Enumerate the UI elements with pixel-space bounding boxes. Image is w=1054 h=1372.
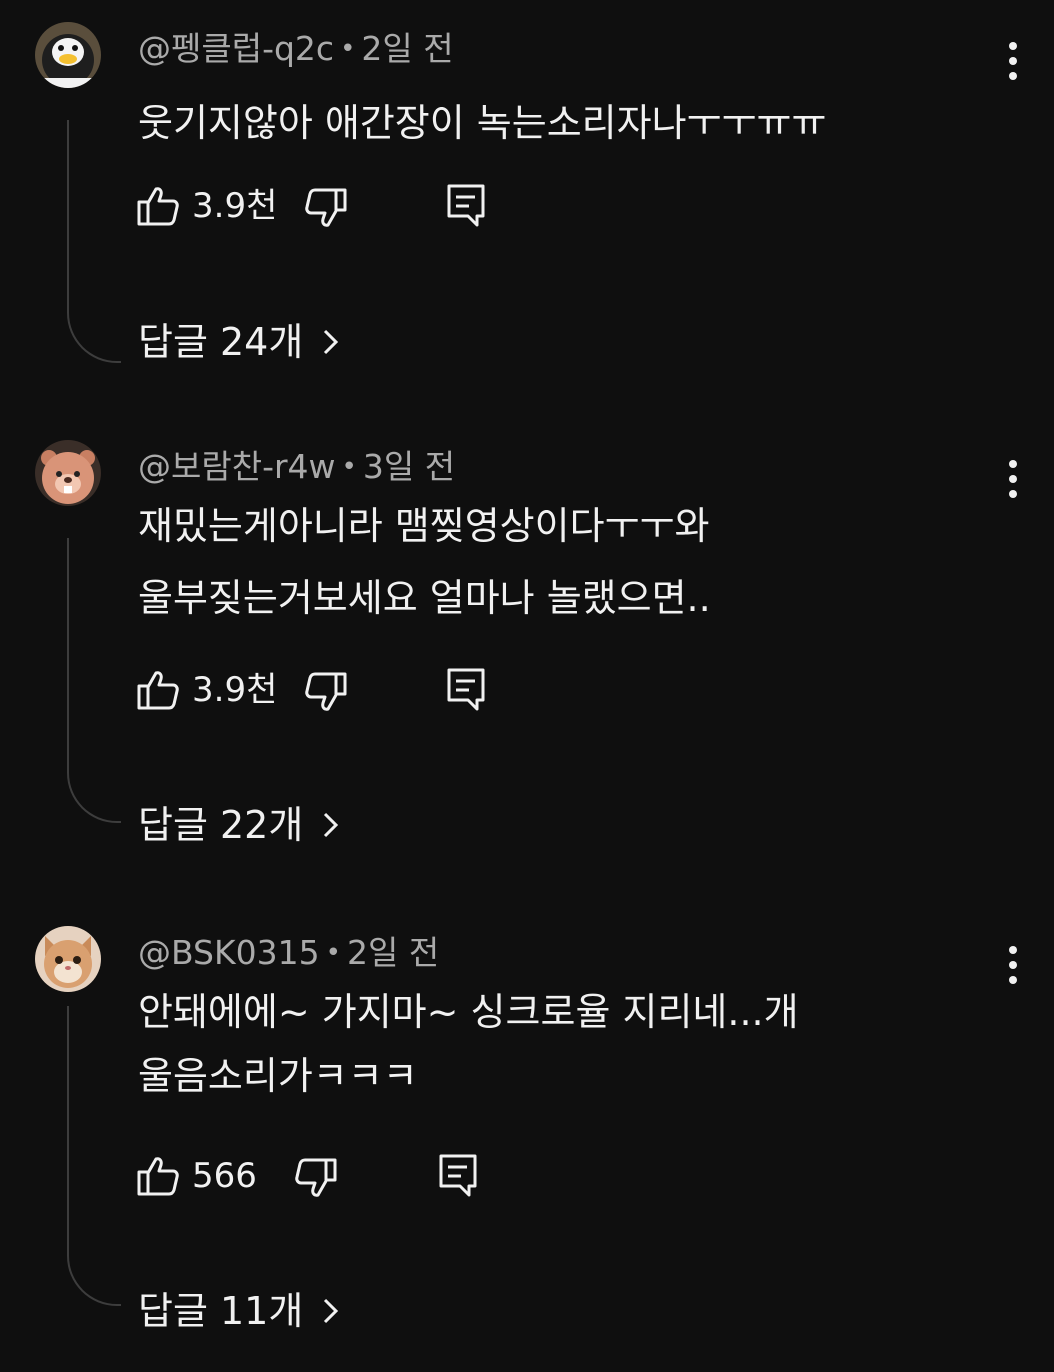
comment-actions: 566	[136, 1152, 516, 1200]
reply-button[interactable]	[444, 666, 488, 714]
comment-meta: @보람찬-r4w • 3일 전	[138, 446, 455, 491]
comment-item: @펭클럽-q2c • 2일 전 웃기지않아 애간장이 녹는소리자나ㅜㅜㅠㅠ 3.9천…	[0, 22, 1054, 422]
penguin-avatar-icon	[35, 22, 101, 88]
comment-reply-icon	[447, 184, 485, 227]
like-count: 566	[192, 1156, 257, 1196]
dislike-button[interactable]	[304, 186, 348, 230]
more-options-button[interactable]	[996, 34, 1030, 88]
thumbs-up-icon	[137, 187, 179, 226]
dislike-button[interactable]	[294, 1156, 338, 1200]
chevron-right-icon	[324, 1298, 339, 1324]
comment-author[interactable]: @펭클럽-q2c	[138, 29, 334, 68]
comment-meta: @BSK0315 • 2일 전	[138, 932, 439, 977]
view-replies-button[interactable]: 답글 24개	[138, 317, 341, 367]
comment-item: @BSK0315 • 2일 전 안돼에에~ 가지마~ 싱크로율 지리네...개 울음…	[0, 926, 1054, 1333]
meta-separator: •	[341, 452, 357, 482]
thumbs-down-icon	[305, 188, 347, 227]
comment-time: 2일 전	[361, 29, 454, 68]
replies-label: 답글 24개	[138, 320, 304, 364]
comment-author[interactable]: @보람찬-r4w	[138, 447, 336, 486]
view-replies-button[interactable]: 답글 22개	[138, 800, 341, 850]
chevron-right-icon	[324, 812, 339, 838]
view-replies-button[interactable]: 답글 11개	[138, 1286, 341, 1336]
replies-label: 답글 11개	[138, 1289, 304, 1333]
like-button[interactable]	[136, 668, 180, 712]
comment-text: 재밌는게아니라 맴찢영상이다ㅜㅜ와 울부짖는거보세요 얼마나 놀랬으면..	[138, 504, 711, 620]
avatar[interactable]	[35, 440, 101, 506]
like-count: 3.9천	[192, 670, 278, 710]
thumbs-up-icon	[137, 1157, 179, 1196]
chevron-right-icon	[324, 329, 339, 355]
comment-actions: 3.9천	[136, 666, 516, 714]
comment-actions: 3.9천	[136, 182, 516, 230]
reply-button[interactable]	[436, 1152, 480, 1200]
meta-separator: •	[325, 938, 341, 968]
comment-time: 2일 전	[346, 933, 440, 972]
thumbs-down-icon	[305, 672, 347, 711]
comment-meta: @펭클럽-q2c • 2일 전	[138, 28, 454, 73]
like-button[interactable]	[136, 184, 180, 228]
more-options-button[interactable]	[996, 938, 1030, 992]
like-button[interactable]	[136, 1154, 180, 1198]
comment-item: @보람찬-r4w • 3일 전 재밌는게아니라 맴찢영상이다ㅜㅜ와 울부짖는거보세요…	[0, 440, 1054, 847]
comment-author[interactable]: @BSK0315	[138, 933, 320, 972]
comment-text: 안돼에에~ 가지마~ 싱크로율 지리네...개 울음소리가ㅋㅋㅋ	[138, 990, 799, 1098]
cat-avatar-icon	[35, 926, 101, 992]
avatar[interactable]	[35, 22, 101, 88]
comment-time: 3일 전	[362, 447, 456, 486]
dislike-button[interactable]	[304, 670, 348, 714]
thread-connector-line	[67, 1006, 121, 1306]
comment-text: 웃기지않아 애간장이 녹는소리자나ㅜㅜㅠㅠ	[138, 101, 827, 145]
avatar[interactable]	[35, 926, 101, 992]
replies-label: 답글 22개	[138, 803, 304, 847]
comment-reply-icon	[447, 668, 485, 711]
reply-button[interactable]	[444, 182, 488, 230]
more-options-button[interactable]	[996, 452, 1030, 506]
meta-separator: •	[340, 34, 356, 64]
thread-connector-line	[67, 538, 121, 823]
like-count: 3.9천	[192, 186, 278, 226]
thumbs-down-icon	[295, 1158, 337, 1197]
thread-connector-line	[67, 120, 121, 363]
comment-reply-icon	[439, 1154, 477, 1197]
thumbs-up-icon	[137, 671, 179, 710]
beaver-avatar-icon	[35, 440, 101, 506]
